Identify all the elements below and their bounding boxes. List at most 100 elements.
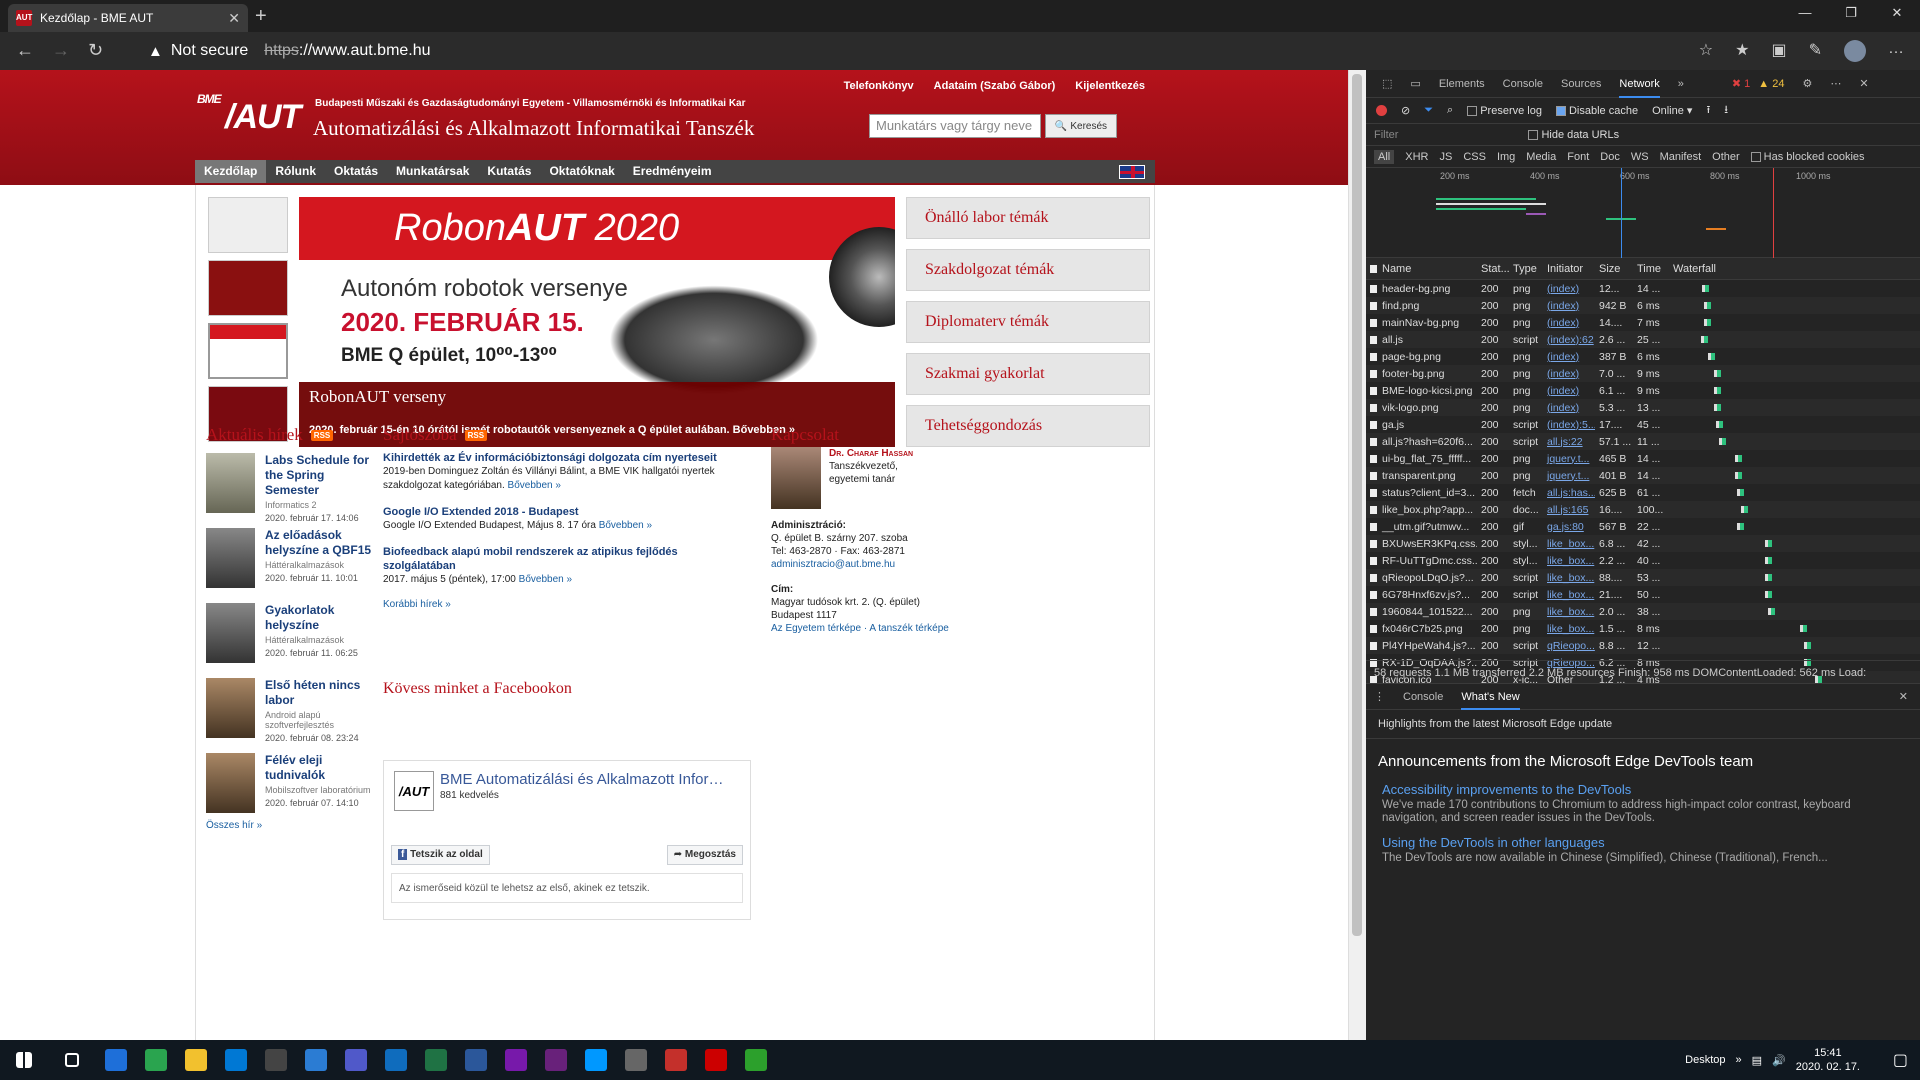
- request-initiator[interactable]: (index):5...: [1543, 419, 1595, 431]
- table-row[interactable]: transparent.png 200 png jquery.t... 401 B 14 …: [1366, 467, 1920, 484]
- more-tabs-icon[interactable]: »: [1678, 78, 1684, 90]
- settings-icon[interactable]: ⚙: [1802, 77, 1812, 90]
- network-icon[interactable]: ▤: [1752, 1054, 1762, 1067]
- back-icon[interactable]: ←: [16, 40, 34, 61]
- table-row[interactable]: fx046rC7b25.png 200 png like_box... 1.5 ... 8…: [1366, 620, 1920, 637]
- request-initiator[interactable]: like_box...: [1543, 623, 1595, 635]
- diploma-topics-button[interactable]: Diplomaterv témák: [906, 301, 1150, 343]
- head-name[interactable]: Dr. Charaf Hassan: [829, 447, 913, 460]
- col-waterfall[interactable]: Waterfall: [1669, 263, 1825, 275]
- my-data-link[interactable]: Adataim (Szabó Gábor): [934, 80, 1056, 92]
- hide-data-urls-checkbox[interactable]: Hide data URLs: [1528, 129, 1619, 141]
- table-row[interactable]: status?client_id=3... 200 fetch all.js:has.…: [1366, 484, 1920, 501]
- request-initiator[interactable]: all.js:has...: [1543, 487, 1595, 499]
- not-secure-label[interactable]: Not secure: [171, 42, 248, 60]
- rss-icon[interactable]: RSS: [464, 429, 488, 441]
- request-initiator[interactable]: all.js:165: [1543, 504, 1595, 516]
- phonebook-link[interactable]: Telefonkönyv: [844, 80, 914, 92]
- news-item[interactable]: Félév eleji tudnivalók Mobilszoftver labo…: [206, 753, 376, 820]
- col-initiator[interactable]: Initiator: [1543, 263, 1595, 275]
- search-input[interactable]: Munkatárs vagy tárgy neve: [869, 114, 1041, 138]
- device-icon[interactable]: ▭: [1410, 77, 1420, 90]
- request-initiator[interactable]: like_box...: [1543, 572, 1595, 584]
- disable-cache-checkbox[interactable]: Disable cache: [1555, 105, 1638, 117]
- table-row[interactable]: BXUwsER3KPq.css... 200 styl... like_box... 6…: [1366, 535, 1920, 552]
- type-css[interactable]: CSS: [1463, 151, 1486, 163]
- throttle-select[interactable]: Online ▾: [1652, 104, 1692, 117]
- minimize-icon[interactable]: —: [1782, 0, 1828, 32]
- close-window-icon[interactable]: ✕: [1874, 0, 1920, 32]
- error-count[interactable]: ✖ 1: [1732, 77, 1750, 90]
- drawer-more-icon[interactable]: ⋮: [1374, 690, 1385, 703]
- more-icon[interactable]: ⋯: [1830, 77, 1841, 90]
- request-initiator[interactable]: like_box...: [1543, 606, 1595, 618]
- taskbar-app-icon[interactable]: [456, 1040, 496, 1080]
- drawer-tab-whats-new[interactable]: What's New: [1461, 684, 1520, 710]
- facebook-share-button[interactable]: ➦ Megosztás: [666, 845, 743, 865]
- table-row[interactable]: like_box.php?app... 200 doc... all.js:165 16…: [1366, 501, 1920, 518]
- nav-home[interactable]: Kezdőlap: [195, 160, 267, 183]
- close-drawer-icon[interactable]: ✕: [1899, 690, 1908, 703]
- taskbar-app-icon[interactable]: [96, 1040, 136, 1080]
- close-tab-icon[interactable]: ✕: [228, 10, 240, 27]
- table-row[interactable]: footer-bg.png 200 png (index) 7.0 ... 9 ms: [1366, 365, 1920, 382]
- table-row[interactable]: all.js 200 script (index):62 2.6 ... 25 ...: [1366, 331, 1920, 348]
- request-initiator[interactable]: (index): [1543, 402, 1595, 414]
- request-initiator[interactable]: (index): [1543, 317, 1595, 329]
- press-item-title[interactable]: Google I/O Extended 2018 - Budapest: [383, 505, 743, 519]
- browser-tab[interactable]: AUT Kezdőlap - BME AUT ✕: [8, 4, 248, 32]
- col-name[interactable]: Name: [1366, 263, 1477, 275]
- request-initiator[interactable]: jquery.t...: [1543, 470, 1595, 482]
- nav-about[interactable]: Rólunk: [266, 160, 325, 183]
- desktop-label[interactable]: Desktop: [1685, 1054, 1725, 1066]
- nav-staff[interactable]: Munkatársak: [387, 160, 478, 183]
- extension-icon[interactable]: ✎: [1809, 40, 1822, 62]
- news-item[interactable]: Gyakorlatok helyszíne Háttéralkalmazások 2…: [206, 603, 376, 670]
- request-initiator[interactable]: qRieopo...: [1543, 640, 1595, 652]
- table-row[interactable]: ga.js 200 script (index):5... 17.... 45 ...: [1366, 416, 1920, 433]
- table-row[interactable]: BME-logo-kicsi.png 200 png (index) 6.1 ... 9 …: [1366, 382, 1920, 399]
- favorites-icon[interactable]: ★: [1735, 40, 1749, 62]
- tab-sources[interactable]: Sources: [1561, 78, 1601, 90]
- whats-new-link-languages[interactable]: Using the DevTools in other languages: [1366, 827, 1920, 850]
- table-row[interactable]: 6G78Hnxf6zv.js?... 200 script like_box... 21…: [1366, 586, 1920, 603]
- preserve-log-checkbox[interactable]: Preserve log: [1467, 105, 1542, 117]
- table-row[interactable]: qRieopoLDqO.js?... 200 script like_box... 88…: [1366, 569, 1920, 586]
- type-doc[interactable]: Doc: [1600, 151, 1620, 163]
- download-icon[interactable]: ⭳: [1724, 101, 1728, 120]
- all-news-link[interactable]: Összes hír »: [206, 820, 376, 831]
- tab-network[interactable]: Network: [1619, 70, 1660, 98]
- upload-icon[interactable]: ⭱: [1706, 101, 1710, 120]
- facebook-page-logo[interactable]: /AUT: [394, 771, 434, 811]
- tab-elements[interactable]: Elements: [1439, 78, 1485, 90]
- request-initiator[interactable]: like_box...: [1543, 555, 1595, 567]
- rss-icon[interactable]: RSS: [310, 429, 334, 441]
- thumbnail-robonaut[interactable]: [208, 323, 288, 379]
- profile-avatar[interactable]: [1844, 40, 1866, 62]
- type-media[interactable]: Media: [1526, 151, 1556, 163]
- nav-results[interactable]: Eredményeim: [624, 160, 721, 183]
- task-view-icon[interactable]: [48, 1040, 96, 1080]
- taskbar-app-icon[interactable]: [176, 1040, 216, 1080]
- favorite-star-icon[interactable]: ☆: [1699, 40, 1713, 62]
- scrollbar-thumb[interactable]: [1352, 74, 1362, 936]
- taskbar-app-icon[interactable]: [256, 1040, 296, 1080]
- more-link[interactable]: Bővebben »: [599, 520, 652, 531]
- news-item-title[interactable]: Gyakorlatok helyszíne: [265, 603, 376, 633]
- table-row[interactable]: find.png 200 png (index) 942 B 6 ms: [1366, 297, 1920, 314]
- volume-icon[interactable]: 🔊: [1772, 1054, 1786, 1067]
- news-item[interactable]: Labs Schedule for the Spring Semester Inf…: [206, 453, 376, 523]
- type-img[interactable]: Img: [1497, 151, 1515, 163]
- tray-chevron-icon[interactable]: »: [1736, 1054, 1742, 1066]
- record-icon[interactable]: [1376, 105, 1387, 116]
- taskbar-app-icon[interactable]: [616, 1040, 656, 1080]
- more-link[interactable]: Bővebben »: [519, 574, 572, 585]
- facebook-page-name[interactable]: BME Automatizálási és Alkalmazott Infor…: [440, 771, 723, 788]
- table-row[interactable]: ui-bg_flat_75_fffff... 200 png jquery.t... 4…: [1366, 450, 1920, 467]
- col-status[interactable]: Stat...: [1477, 263, 1509, 275]
- press-item-title[interactable]: Biofeedback alapú mobil rendszerek az at…: [383, 545, 683, 573]
- table-row[interactable]: header-bg.png 200 png (index) 12... 14 ...: [1366, 280, 1920, 297]
- request-initiator[interactable]: (index):62: [1543, 334, 1595, 346]
- taskbar-app-icon[interactable]: [736, 1040, 776, 1080]
- start-icon[interactable]: [0, 1040, 48, 1080]
